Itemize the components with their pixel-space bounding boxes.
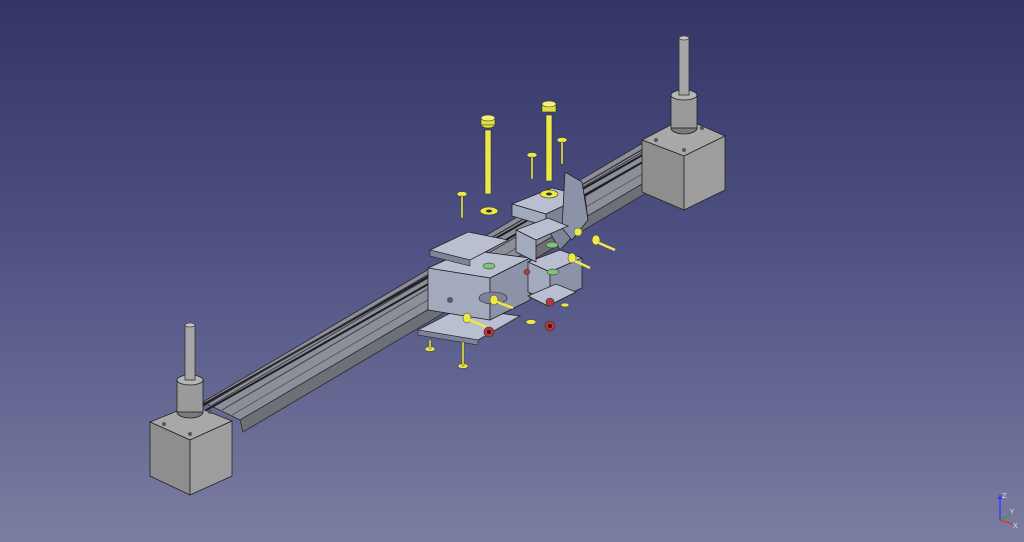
long-screw-1[interactable] <box>479 114 499 216</box>
carriage-assembly[interactable] <box>416 171 589 346</box>
bearing-icon <box>482 262 496 270</box>
hex-nut[interactable] <box>544 320 556 332</box>
small-screw[interactable] <box>457 341 469 369</box>
hex-nut[interactable] <box>523 268 531 276</box>
hex-nut[interactable] <box>483 326 495 338</box>
horizontal-screw[interactable] <box>573 227 583 237</box>
3d-viewport[interactable]: Z Y X <box>0 0 1024 542</box>
small-screw[interactable] <box>560 302 570 308</box>
small-screw[interactable] <box>456 191 468 219</box>
cad-model-scene[interactable] <box>0 0 1024 542</box>
small-screw[interactable] <box>526 152 538 180</box>
bearing-icon <box>546 268 560 276</box>
axis-z-label: Z <box>1002 492 1007 500</box>
small-screw[interactable] <box>525 319 537 325</box>
axis-y-label: Y <box>1009 508 1015 516</box>
bearing-icon <box>545 241 559 249</box>
axis-x-label: X <box>1013 522 1018 530</box>
axis-orientation-icon: Z Y X <box>997 492 1018 530</box>
long-screw-2[interactable] <box>539 100 559 199</box>
stepper-motor-right[interactable] <box>641 35 726 211</box>
small-screw[interactable] <box>556 137 568 165</box>
small-screw[interactable] <box>424 339 436 352</box>
hex-nut[interactable] <box>545 297 555 307</box>
horizontal-screw[interactable] <box>591 234 616 252</box>
